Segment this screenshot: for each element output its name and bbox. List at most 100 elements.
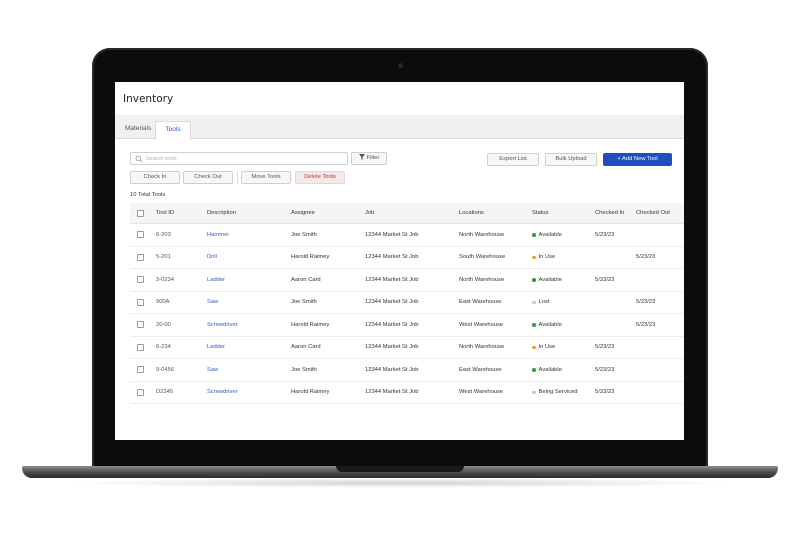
add-new-tool-button[interactable]: + Add New Tool xyxy=(603,153,672,166)
filter-button[interactable]: Filter xyxy=(351,152,387,165)
check-out-button[interactable]: Check Out xyxy=(183,171,233,184)
status: Available xyxy=(532,359,562,381)
export-list-button[interactable]: Export List xyxy=(487,153,539,166)
assignee: Harold Raimey xyxy=(291,254,330,261)
checked-out-date: 5/23/23 xyxy=(636,254,656,261)
row-checkbox[interactable] xyxy=(137,343,144,351)
job: 12344 Market St Job xyxy=(365,254,419,261)
tool-id: 5-201 xyxy=(156,254,171,261)
job: 12344 Market St Job xyxy=(365,276,419,283)
job: 12344 Market St Job xyxy=(365,231,419,238)
assignee: Joe Smith xyxy=(291,366,317,373)
assignee: Harold Raimey xyxy=(291,389,330,396)
table-row[interactable]: 900A Saw Joe Smith 12344 Market St Job East … xyxy=(130,291,684,314)
tool-id: 3-0234 xyxy=(156,276,175,283)
select-all-checkbox[interactable] xyxy=(137,209,144,217)
search-input[interactable] xyxy=(146,154,342,164)
status-dot-icon xyxy=(532,345,536,349)
assignee: Aaron Card xyxy=(291,344,321,351)
tool-description-link[interactable]: Drill xyxy=(207,247,217,269)
tool-description-link[interactable]: Ladder xyxy=(207,269,225,291)
column-header-checked-in[interactable]: Checked In xyxy=(595,203,624,223)
assignee: Harold Raimey xyxy=(291,321,330,328)
tools-table: Tool ID Description Assignee Job Locatio… xyxy=(130,203,684,404)
tool-id: 9-0456 xyxy=(156,366,175,373)
table-header: Tool ID Description Assignee Job Locatio… xyxy=(130,203,684,224)
search-icon xyxy=(135,155,143,163)
table-row[interactable]: 5-201 Drill Harold Raimey 12344 Market St J… xyxy=(130,246,684,269)
checked-in-date: 5/23/23 xyxy=(595,276,615,283)
status: Available xyxy=(532,314,562,336)
row-checkbox[interactable] xyxy=(137,366,144,374)
table-row[interactable]: 6-203 Hammer Joe Smith 12344 Market St Job N… xyxy=(130,224,684,247)
status-dot-icon xyxy=(532,278,536,282)
column-header-status[interactable]: Status xyxy=(532,203,548,223)
tool-id: 6-203 xyxy=(156,231,171,238)
table-row[interactable]: 9-0456 Saw Joe Smith 12344 Market St Job Eas… xyxy=(130,359,684,382)
tool-description-link[interactable]: Saw xyxy=(207,359,218,381)
status-label: Available xyxy=(538,276,562,283)
location: North Warehouse xyxy=(459,344,505,351)
bulk-upload-button[interactable]: Bulk Upload xyxy=(545,153,597,166)
tool-id: 900A xyxy=(156,299,170,306)
app-screen: Inventory Materials Tools Filter Export … xyxy=(115,82,684,440)
laptop-notch xyxy=(336,466,464,472)
job: 12344 Market St Job xyxy=(365,321,419,328)
filter-icon xyxy=(358,154,365,161)
delete-tools-button[interactable]: Delete Tools xyxy=(295,171,345,184)
table-row[interactable]: 3-0234 Ladder Aaron Card 12344 Market St Jo… xyxy=(130,269,684,292)
filter-label: Filter xyxy=(366,155,380,161)
status-dot-icon xyxy=(532,255,536,259)
status-label: Being Serviced xyxy=(538,389,578,396)
row-checkbox[interactable] xyxy=(137,321,144,329)
tool-description-link[interactable]: Screwdriver xyxy=(207,382,238,404)
column-header-locations[interactable]: Locations xyxy=(459,203,484,223)
laptop-shadow xyxy=(60,478,740,488)
assignee: Joe Smith xyxy=(291,299,317,306)
location: South Warehouse xyxy=(459,254,506,261)
location: West Warehouse xyxy=(459,389,504,396)
tab-bar: Materials Tools xyxy=(115,115,684,140)
status: Being Serviced xyxy=(532,382,578,404)
checked-out-date: 5/23/23 xyxy=(636,299,656,306)
toolbar-divider xyxy=(237,171,238,184)
assignee: Joe Smith xyxy=(291,231,317,238)
status-dot-icon xyxy=(532,300,536,304)
tab-materials[interactable]: Materials xyxy=(117,121,159,139)
table-row[interactable]: 6-234 Ladder Aaron Card 12344 Market St Job… xyxy=(130,336,684,359)
row-checkbox[interactable] xyxy=(137,388,144,396)
row-checkbox[interactable] xyxy=(137,253,144,261)
location: West Warehouse xyxy=(459,321,504,328)
search-box[interactable] xyxy=(130,152,348,165)
checked-in-date: 5/23/23 xyxy=(595,231,615,238)
tool-id: D2345 xyxy=(156,389,174,396)
column-header-tool-id[interactable]: Tool ID xyxy=(156,203,174,223)
tool-description-link[interactable]: Screwdriver xyxy=(207,314,238,336)
checked-in-date: 5/23/23 xyxy=(595,366,615,373)
table-row[interactable]: 20-00 Screwdriver Harold Raimey 12344 Marke… xyxy=(130,314,684,337)
check-in-button[interactable]: Check In xyxy=(130,171,180,184)
table-row[interactable]: D2345 Screwdriver Harold Raimey 12344 Marke… xyxy=(130,381,684,404)
column-header-job[interactable]: Job xyxy=(365,203,374,223)
tab-tools[interactable]: Tools xyxy=(155,121,191,140)
table-body: 6-203 Hammer Joe Smith 12344 Market St Job N… xyxy=(130,224,684,404)
tool-description-link[interactable]: Ladder xyxy=(207,337,225,359)
row-checkbox[interactable] xyxy=(137,276,144,284)
tool-description-link[interactable]: Hammer xyxy=(207,224,229,246)
status: In Use xyxy=(532,337,555,359)
status-dot-icon xyxy=(532,368,536,372)
column-header-checked-out[interactable]: Checked Out xyxy=(636,203,670,223)
camera-icon xyxy=(398,63,403,68)
tool-description-link[interactable]: Saw xyxy=(207,292,218,314)
status-label: Lost xyxy=(538,299,550,306)
column-header-description[interactable]: Description xyxy=(207,203,236,223)
status-label: Available xyxy=(538,321,562,328)
location: North Warehouse xyxy=(459,231,505,238)
row-checkbox[interactable] xyxy=(137,231,144,239)
row-checkbox[interactable] xyxy=(137,298,144,306)
move-tools-button[interactable]: Move Tools xyxy=(241,171,291,184)
column-header-assignee[interactable]: Assignee xyxy=(291,203,315,223)
status-dot-icon xyxy=(532,323,536,327)
page-title: Inventory xyxy=(123,93,174,105)
location: North Warehouse xyxy=(459,276,505,283)
